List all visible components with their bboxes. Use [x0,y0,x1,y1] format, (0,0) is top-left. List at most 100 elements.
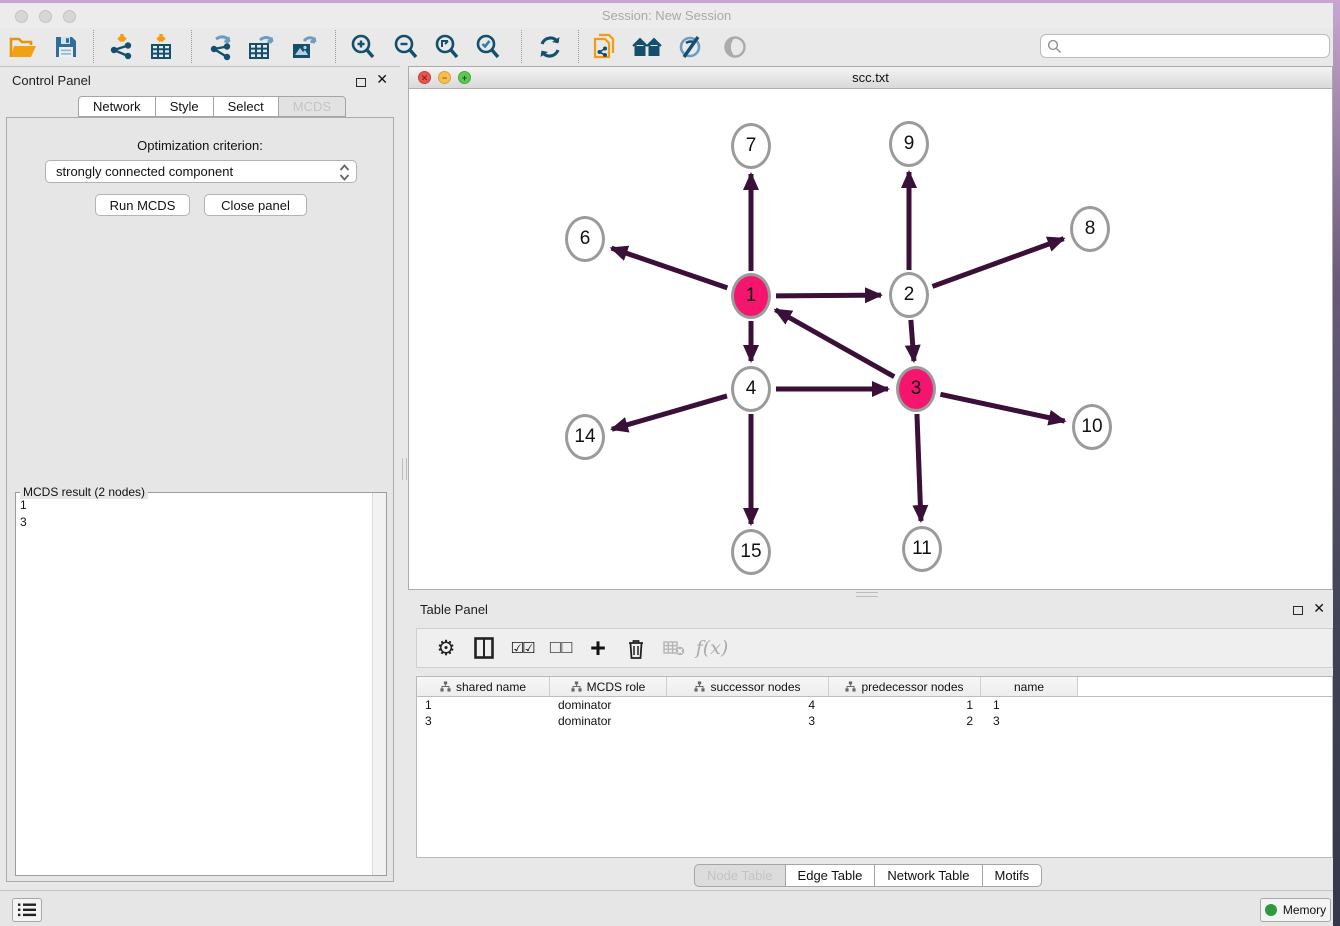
table-header-row: shared name MCDS role successor nodes pr… [417,677,1332,697]
task-history-button[interactable] [12,898,42,922]
copy-network-button[interactable] [588,31,622,63]
toolbar-separator [521,30,522,63]
graph-node-8[interactable]: 8 [1070,206,1110,252]
graph-node-3[interactable]: 3 [896,366,936,412]
node-table: shared name MCDS role successor nodes pr… [416,676,1333,858]
graph-node-9[interactable]: 9 [889,121,929,167]
zoom-fit-button[interactable] [430,31,464,63]
column-header-mcds-role[interactable]: MCDS role [550,677,667,696]
column-panel-button[interactable] [465,632,503,664]
copy-network-icon [592,33,618,61]
mcds-panel: Optimization criterion: strongly connect… [6,117,394,882]
trash-icon [627,638,645,659]
graph-edge-2-8[interactable] [932,239,1063,287]
run-mcds-button[interactable]: Run MCDS [95,194,190,216]
import-network-button[interactable] [105,31,139,63]
apply-style-button[interactable] [673,31,707,63]
tab-network-table[interactable]: Network Table [874,864,981,887]
columns-icon [474,637,494,659]
graph-node-14[interactable]: 14 [565,414,605,460]
graph-node-7[interactable]: 7 [731,123,771,169]
mcds-result-box: MCDS result (2 nodes) 1 3 [15,492,387,876]
close-panel-icon[interactable]: ✕ [376,74,388,84]
add-row-button[interactable]: + [579,632,617,664]
delete-row-button[interactable] [617,632,655,664]
graph-node-11[interactable]: 11 [902,526,942,572]
refresh-button[interactable] [533,31,567,63]
search-input[interactable] [1062,38,1329,54]
import-table-button[interactable] [144,31,178,63]
memory-button[interactable]: Memory [1260,898,1331,922]
export-table-button[interactable] [244,31,278,63]
zoom-out-button[interactable] [389,31,423,63]
home-views-button[interactable] [630,31,664,63]
criterion-select[interactable]: strongly connected component [45,160,357,183]
table-float-icon[interactable] [1293,602,1303,620]
tab-mcds[interactable]: MCDS [278,96,346,117]
open-folder-icon [9,35,37,59]
tree-icon [694,681,705,692]
zoom-fit-icon [434,34,460,60]
network-window-titlebar[interactable]: ✕ − + scc.txt [409,67,1332,89]
zoom-in-button[interactable] [346,31,380,63]
zoom-out-icon [393,34,419,60]
deselect-all-button[interactable]: ☐☐ [541,632,579,664]
graph-edge-3-1[interactable] [775,310,894,377]
float-panel-icon[interactable] [356,74,366,92]
zoom-selected-button[interactable] [471,31,505,63]
graph-edge-3-11[interactable] [917,414,921,521]
table-settings-button[interactable]: ⚙ [427,632,465,664]
tab-edge-table[interactable]: Edge Table [785,864,875,887]
tab-node-table[interactable]: Node Table [694,864,785,887]
main-toolbar [0,28,1333,67]
graph-edge-2-3[interactable] [911,320,914,361]
select-all-button[interactable]: ☑☑ [503,632,541,664]
graph-node-10[interactable]: 10 [1072,404,1112,450]
tab-select[interactable]: Select [213,96,278,117]
import-network-icon [108,33,136,61]
network-canvas[interactable]: 7 9 6 8 1 2 4 3 14 10 15 11 [408,88,1333,590]
graph-edge-4-14[interactable] [612,396,727,429]
tree-icon [845,681,856,692]
toggle-visibility-button[interactable] [718,31,752,63]
mcds-result-line: 1 [20,497,370,514]
eye-icon [722,34,748,60]
tab-style[interactable]: Style [155,96,213,117]
graph-node-1[interactable]: 1 [731,273,771,319]
table-close-icon[interactable]: ✕ [1313,603,1325,613]
column-header-name[interactable]: name [981,677,1078,696]
desktop-strip-right [1333,0,1340,926]
tab-network[interactable]: Network [78,96,155,117]
mcds-scrollbar[interactable] [372,493,386,875]
vertical-splitter[interactable] [400,66,408,890]
graph-edges-layer [408,88,1333,590]
table-row[interactable]: 1 dominator 4 1 1 [417,697,1332,713]
tab-motifs[interactable]: Motifs [982,864,1043,887]
save-session-button[interactable] [49,31,83,63]
export-network-button[interactable] [205,31,239,63]
delete-table-button[interactable] [655,632,693,664]
graph-node-15[interactable]: 15 [731,529,771,575]
column-header-successor-nodes[interactable]: successor nodes [667,677,829,696]
function-builder-button[interactable]: f(x) [693,632,731,664]
graph-edge-1-2[interactable] [776,295,881,296]
graph-node-4[interactable]: 4 [731,366,771,412]
mcds-result-text[interactable]: 1 3 [20,497,370,873]
search-field[interactable] [1040,34,1330,58]
graph-edge-1-6[interactable] [611,248,727,288]
graph-node-6[interactable]: 6 [565,216,605,262]
tree-icon [440,681,451,692]
graph-edge-3-10[interactable] [940,394,1064,421]
export-network-icon [208,33,236,61]
open-session-button[interactable] [6,31,40,63]
graph-node-2[interactable]: 2 [889,272,929,318]
column-header-shared-name[interactable]: shared name [417,677,550,696]
table-row[interactable]: 3 dominator 3 2 3 [417,713,1332,729]
control-panel-tabs: Network Style Select MCDS [78,96,346,117]
export-image-button[interactable] [287,31,321,63]
optimization-criterion-label: Optimization criterion: [7,138,393,153]
table-panel-tabs: Node Table Edge Table Network Table Moti… [694,864,1042,887]
horizontal-splitter[interactable] [408,590,1333,598]
column-header-predecessor-nodes[interactable]: predecessor nodes [829,677,981,696]
close-panel-button[interactable]: Close panel [204,194,307,216]
